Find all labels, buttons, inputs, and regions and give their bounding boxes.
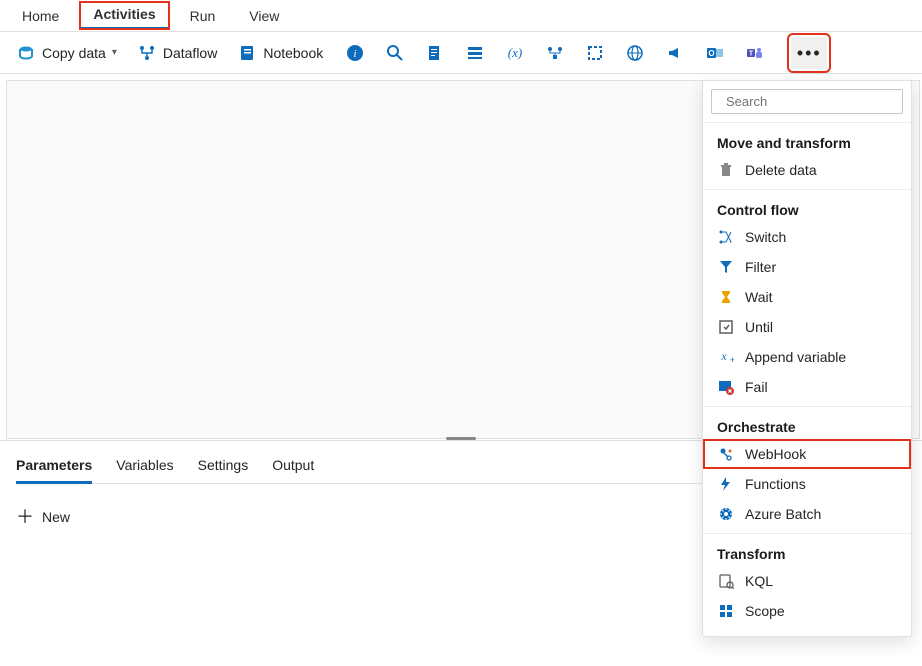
magnifier-icon (386, 44, 404, 62)
script-icon (426, 44, 444, 62)
tab-run[interactable]: Run (176, 3, 230, 29)
trash-icon (717, 161, 735, 179)
section-transform: Transform (703, 538, 911, 566)
more-activities-button[interactable]: ••• (791, 37, 827, 69)
webhook-icon (717, 445, 735, 463)
plus-icon: ＋ (16, 508, 34, 526)
svg-text:i: i (354, 48, 357, 60)
azure-batch-icon (717, 505, 735, 523)
pipeline-button[interactable] (539, 37, 571, 69)
fail-icon (717, 378, 735, 396)
subtab-output[interactable]: Output (272, 453, 314, 483)
copy-data-icon (16, 43, 36, 63)
menu-webhook[interactable]: WebHook (703, 439, 911, 469)
menu-delete-data[interactable]: Delete data (703, 155, 911, 185)
new-label: New (42, 509, 70, 525)
more-icon: ••• (797, 44, 822, 62)
info-button[interactable]: i (339, 37, 371, 69)
tab-activities[interactable]: Activities (79, 1, 169, 30)
hourglass-icon (717, 288, 735, 306)
scope-icon (717, 602, 735, 620)
search-button[interactable] (379, 37, 411, 69)
notebook-label: Notebook (263, 45, 323, 61)
list-icon (466, 44, 484, 62)
until-icon (717, 318, 735, 336)
announce-button[interactable] (659, 37, 691, 69)
outlook-button[interactable]: O (699, 37, 731, 69)
menu-wait[interactable]: Wait (703, 282, 911, 312)
script-button[interactable] (419, 37, 451, 69)
section-control-flow: Control flow (703, 194, 911, 222)
svg-text:+: + (730, 355, 734, 365)
append-variable-icon: x+ (717, 348, 735, 366)
teams-icon: T (746, 44, 764, 62)
svg-text:x: x (720, 349, 727, 363)
subtab-parameters[interactable]: Parameters (16, 453, 92, 484)
globe-icon (626, 44, 644, 62)
menu-filter[interactable]: Filter (703, 252, 911, 282)
new-parameter-button[interactable]: ＋ New (16, 508, 70, 526)
search-input[interactable] (726, 94, 902, 109)
variable-button[interactable]: (x) (499, 37, 531, 69)
chevron-down-icon: ▾ (112, 47, 117, 58)
info-icon: i (346, 44, 364, 62)
stored-proc-button[interactable] (459, 37, 491, 69)
dataflow-label: Dataflow (163, 45, 217, 61)
copy-data-button[interactable]: Copy data ▾ (8, 39, 125, 67)
subtab-variables[interactable]: Variables (116, 453, 173, 483)
menu-append-variable[interactable]: x+ Append variable (703, 342, 911, 372)
variable-icon: (x) (506, 44, 524, 62)
copy-data-label: Copy data (42, 45, 106, 61)
svg-text:T: T (749, 50, 754, 57)
teams-button[interactable]: T (739, 37, 771, 69)
section-orchestrate: Orchestrate (703, 411, 911, 439)
svg-text:O: O (709, 49, 715, 58)
dataflow-button[interactable]: Dataflow (129, 39, 225, 67)
section-move-transform: Move and transform (703, 127, 911, 155)
megaphone-icon (666, 44, 684, 62)
search-box[interactable] (711, 89, 903, 114)
svg-text:(x): (x) (508, 45, 522, 60)
menu-until[interactable]: Until (703, 312, 911, 342)
pipeline-icon (546, 44, 564, 62)
kql-icon (717, 572, 735, 590)
dataflow-icon (137, 43, 157, 63)
menu-functions[interactable]: Functions (703, 469, 911, 499)
bracket-button[interactable] (579, 37, 611, 69)
activities-dropdown: Move and transform Delete data Control f… (702, 80, 912, 637)
web-button[interactable] (619, 37, 651, 69)
menu-kql[interactable]: KQL (703, 566, 911, 596)
filter-icon (717, 258, 735, 276)
notebook-icon (237, 43, 257, 63)
ribbon-tabs: Home Activities Run View (0, 0, 922, 32)
menu-switch[interactable]: Switch (703, 222, 911, 252)
tab-home[interactable]: Home (8, 3, 73, 29)
notebook-button[interactable]: Notebook (229, 39, 331, 67)
outlook-icon: O (706, 44, 724, 62)
switch-icon (717, 228, 735, 246)
functions-icon (717, 475, 735, 493)
menu-azure-batch[interactable]: Azure Batch (703, 499, 911, 529)
subtab-settings[interactable]: Settings (198, 453, 249, 483)
activities-toolbar: Copy data ▾ Dataflow Notebook i (x) (0, 32, 922, 74)
tab-view[interactable]: View (235, 3, 293, 29)
bracket-icon (586, 44, 604, 62)
menu-fail[interactable]: Fail (703, 372, 911, 402)
menu-scope[interactable]: Scope (703, 596, 911, 626)
